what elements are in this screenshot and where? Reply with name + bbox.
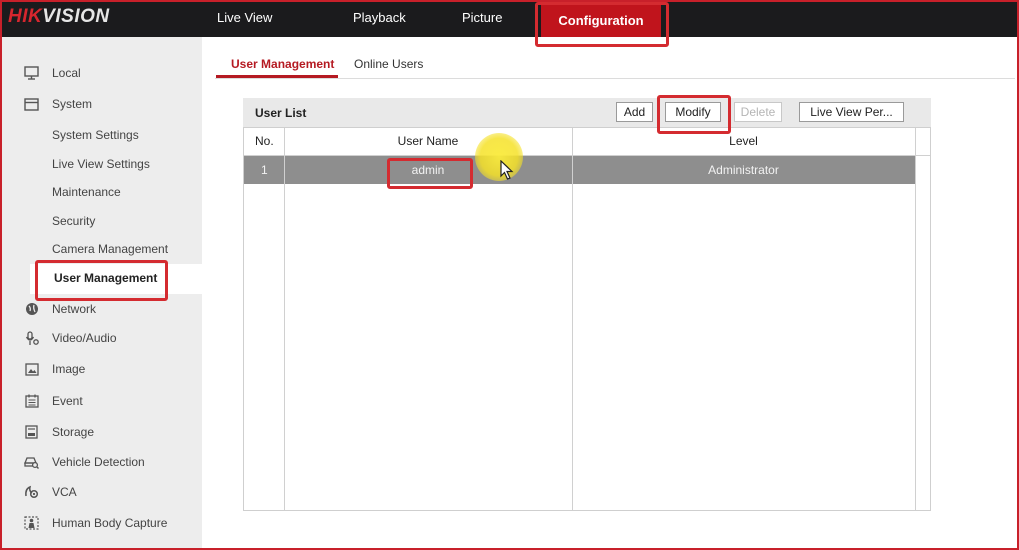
sidebar-item-label: Human Body Capture <box>52 516 168 530</box>
sidebar-item-label: Image <box>52 362 86 376</box>
calendar-icon <box>24 394 39 409</box>
cell-no: 1 <box>261 163 268 177</box>
system-window-icon <box>24 97 39 112</box>
column-header-level: Level <box>729 134 758 148</box>
sidebar-item-label: VCA <box>52 485 77 499</box>
sidebar-sub-camera-management[interactable]: Camera Management <box>52 242 168 256</box>
hikvision-logo: HIKVISION <box>8 6 110 27</box>
vehicle-search-icon <box>24 455 39 470</box>
table-row[interactable]: 1 admin Administrator <box>244 156 915 184</box>
tab-online-users[interactable]: Online Users <box>354 57 423 71</box>
sidebar-sub-system-settings[interactable]: System Settings <box>52 128 139 142</box>
user-table: No. User Name Level 1 admin Administrato… <box>243 127 931 511</box>
live-view-permission-button[interactable]: Live View Per... <box>799 102 904 122</box>
add-button[interactable]: Add <box>616 102 653 122</box>
tab-user-management[interactable]: User Management <box>231 57 334 71</box>
storage-disk-icon <box>24 425 39 440</box>
sidebar-item-video-audio[interactable]: Video/Audio <box>0 324 202 352</box>
monitor-icon <box>24 66 39 81</box>
nav-picture[interactable]: Picture <box>462 10 502 25</box>
microphone-icon <box>24 330 39 346</box>
sidebar-sub-user-management[interactable]: User Management <box>30 264 202 294</box>
sidebar-item-label: Video/Audio <box>52 331 117 345</box>
user-list-title: User List <box>255 106 307 120</box>
sidebar-sub-maintenance[interactable]: Maintenance <box>52 185 121 199</box>
sidebar-item-label: Local <box>52 66 81 80</box>
sidebar-item-label: System <box>52 97 93 111</box>
sidebar-item-network[interactable]: Network <box>0 295 202 323</box>
sidebar-item-label: Vehicle Detection <box>52 455 145 469</box>
sidebar-sub-security[interactable]: Security <box>52 214 95 228</box>
column-divider <box>915 128 916 510</box>
globe-icon <box>24 302 39 317</box>
sidebar-item-vehicle-detection[interactable]: Vehicle Detection <box>0 448 202 476</box>
active-tab-indicator <box>216 75 338 78</box>
mouse-pointer-icon <box>500 159 514 183</box>
human-body-icon <box>24 516 39 531</box>
top-nav-bar: HIKVISION Live View Playback Picture Con… <box>0 0 1019 37</box>
delete-button[interactable]: Delete <box>734 102 782 122</box>
column-divider <box>284 128 285 510</box>
vca-analytics-icon <box>24 485 39 500</box>
sidebar-sub-live-view-settings[interactable]: Live View Settings <box>52 157 150 171</box>
column-header-no: No. <box>255 134 274 148</box>
sidebar-item-system[interactable]: System <box>0 90 202 118</box>
sidebar-item-image[interactable]: Image <box>0 355 202 383</box>
sidebar-item-vca[interactable]: VCA <box>0 478 202 506</box>
table-header-row: No. User Name Level <box>244 128 930 156</box>
modify-button[interactable]: Modify <box>665 102 721 122</box>
sidebar-sub-label: User Management <box>54 271 158 285</box>
cursor-highlight <box>475 133 523 181</box>
sidebar-item-label: Storage <box>52 425 95 439</box>
sidebar-item-label: Event <box>52 394 83 408</box>
sidebar: Local System System Settings Live View S… <box>0 37 202 550</box>
sidebar-item-local[interactable]: Local <box>0 59 202 87</box>
nav-playback[interactable]: Playback <box>353 10 406 25</box>
column-header-user-name: User Name <box>397 134 459 148</box>
user-list-header: User List Add Modify Delete Live View Pe… <box>243 98 931 127</box>
sidebar-item-human-body-capture[interactable]: Human Body Capture <box>0 509 202 537</box>
cell-level: Administrator <box>708 163 779 177</box>
nav-live-view[interactable]: Live View <box>217 10 272 25</box>
cell-user-name: admin <box>411 163 445 177</box>
sidebar-item-label: Network <box>52 302 97 316</box>
nav-configuration[interactable]: Configuration <box>541 4 661 37</box>
column-divider <box>572 128 573 510</box>
sidebar-item-event[interactable]: Event <box>0 387 202 415</box>
image-icon <box>24 362 39 377</box>
sidebar-item-storage[interactable]: Storage <box>0 418 202 446</box>
